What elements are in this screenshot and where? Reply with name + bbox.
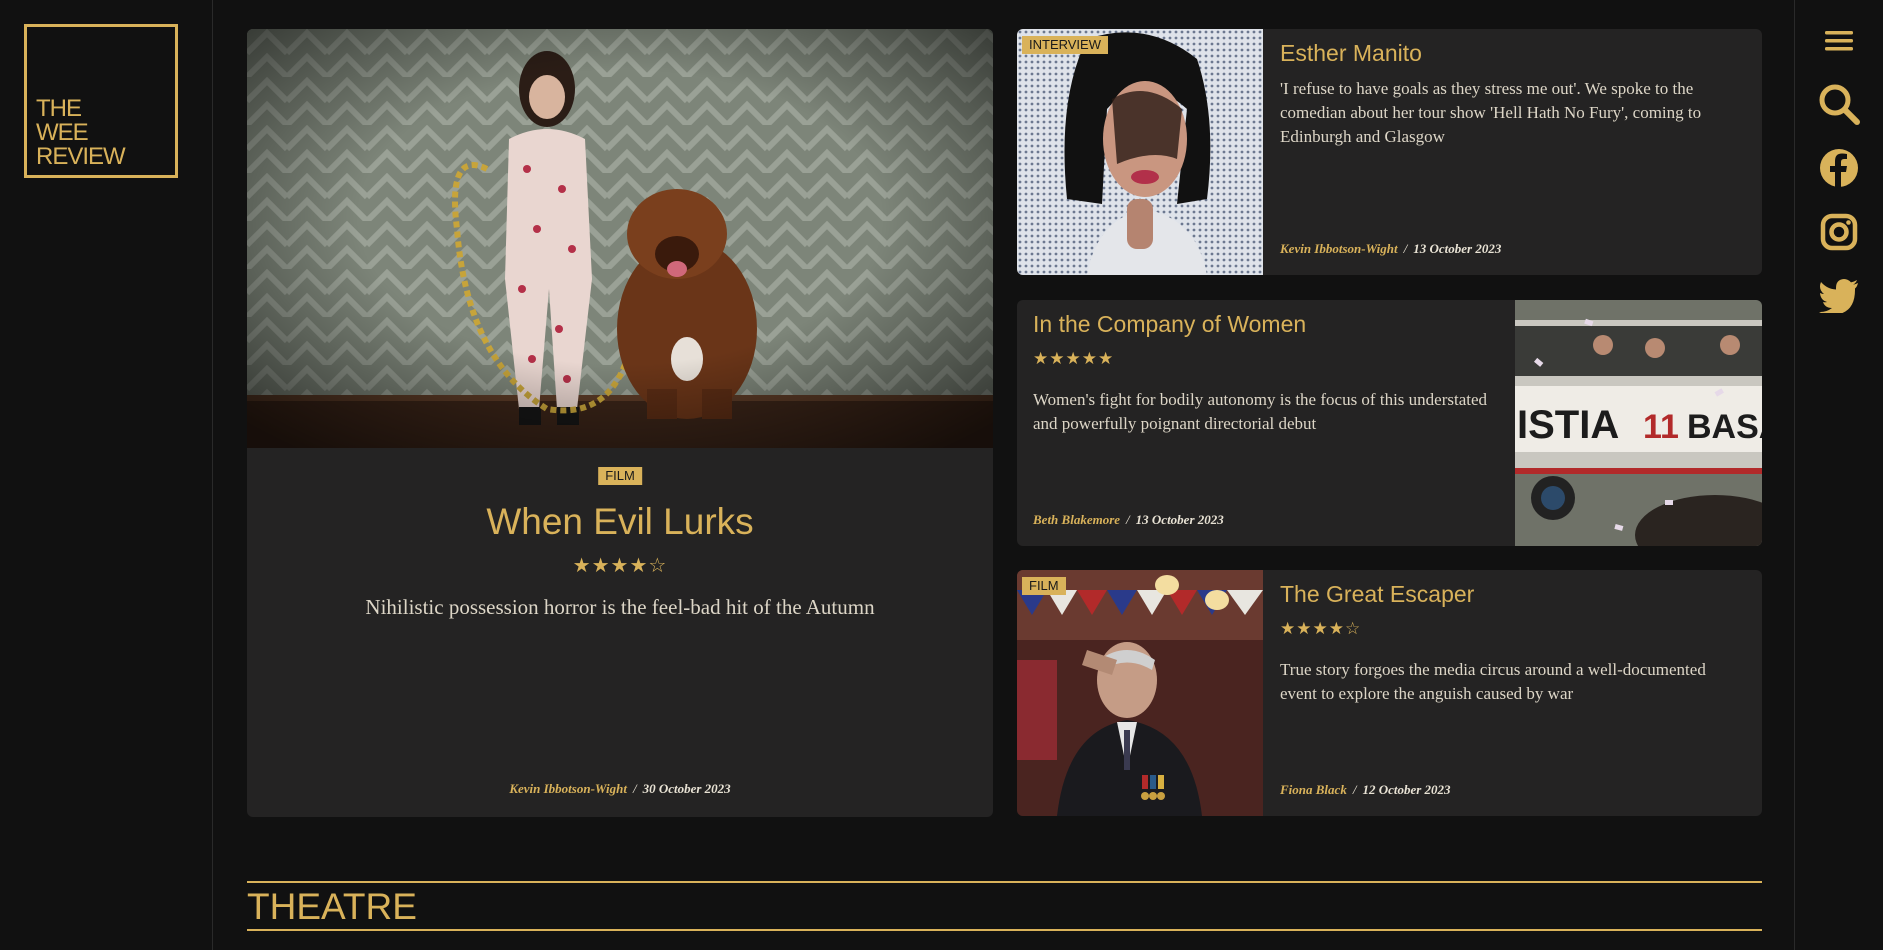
featured-article-image[interactable]	[247, 29, 993, 448]
article-text: In the Company of Women ★★★★★ Women's fi…	[1033, 300, 1503, 546]
author-link[interactable]: Fiona Black	[1280, 782, 1347, 797]
instagram-icon[interactable]	[1817, 210, 1861, 254]
star-rating: ★★★★☆	[572, 553, 668, 577]
site-logo[interactable]: THE WEE REVIEW	[24, 24, 178, 178]
featured-article-title[interactable]: When Evil Lurks	[247, 501, 993, 543]
article-card[interactable]: FILM The Great Escaper ★★★★☆ True story …	[1017, 570, 1762, 816]
logo-line-3: REVIEW	[36, 143, 126, 170]
category-tag[interactable]: INTERVIEW	[1022, 36, 1108, 54]
article-byline: Kevin Ibbotson-Wight / 30 October 2023	[247, 781, 993, 797]
left-sidebar: THE WEE REVIEW	[0, 0, 213, 950]
star-rating: ★★★★★	[1033, 349, 1115, 369]
svg-text:11: 11	[1643, 408, 1679, 446]
article-byline: Beth Blakemore / 13 October 2023	[1033, 512, 1224, 528]
publish-date: 13 October 2023	[1413, 241, 1502, 256]
category-tag[interactable]: FILM	[598, 467, 642, 485]
author-link[interactable]: Kevin Ibbotson-Wight	[509, 781, 627, 796]
author-link[interactable]: Beth Blakemore	[1033, 512, 1120, 527]
featured-article-description: Nihilistic possession horror is the feel…	[365, 595, 875, 619]
article-description: Women's fight for bodily autonomy is the…	[1033, 390, 1488, 433]
article-title[interactable]: Esther Manito	[1280, 40, 1422, 67]
byline-separator: /	[1352, 782, 1357, 797]
twitter-icon[interactable]	[1817, 274, 1861, 318]
article-title[interactable]: The Great Escaper	[1280, 581, 1474, 608]
section-heading: THEATRE	[247, 881, 1762, 931]
facebook-icon[interactable]	[1817, 146, 1861, 190]
article-description: 'I refuse to have goals as they stress m…	[1280, 79, 1702, 146]
logo-line-2: WEE	[36, 119, 89, 146]
publish-date: 13 October 2023	[1135, 512, 1224, 527]
star-rating: ★★★★☆	[1280, 619, 1362, 639]
hamburger-menu-icon[interactable]	[1817, 19, 1861, 63]
byline-separator: /	[1126, 512, 1130, 527]
article-title[interactable]: In the Company of Women	[1033, 311, 1306, 338]
article-image[interactable]: ISTIA 11 BASAUR	[1515, 300, 1762, 546]
author-link[interactable]: Kevin Ibbotson-Wight	[1280, 241, 1398, 256]
article-image[interactable]	[1017, 29, 1263, 275]
publish-date: 30 October 2023	[642, 781, 731, 796]
article-text: Esther Manito 'I refuse to have goals as…	[1280, 29, 1750, 275]
article-card[interactable]: In the Company of Women ★★★★★ Women's fi…	[1017, 300, 1762, 546]
right-sidebar	[1794, 0, 1883, 950]
article-text: The Great Escaper ★★★★☆ True story forgo…	[1280, 570, 1750, 816]
publish-date: 12 October 2023	[1362, 782, 1451, 797]
svg-text:BASAUR: BASAUR	[1687, 408, 1762, 446]
article-card[interactable]: INTERVIEW Esther Manito 'I refuse to hav…	[1017, 29, 1762, 275]
search-icon[interactable]	[1817, 82, 1861, 126]
svg-text:ISTIA: ISTIA	[1517, 403, 1619, 447]
article-byline: Kevin Ibbotson-Wight / 13 October 2023	[1280, 241, 1501, 257]
byline-separator: /	[632, 781, 637, 796]
article-byline: Fiona Black / 12 October 2023	[1280, 782, 1451, 798]
article-description: True story forgoes the media circus arou…	[1280, 660, 1706, 703]
category-tag[interactable]: FILM	[1022, 577, 1066, 595]
byline-separator: /	[1403, 241, 1408, 256]
article-image[interactable]	[1017, 570, 1263, 816]
logo-line-1: THE	[36, 95, 82, 122]
featured-article-card[interactable]: FILM When Evil Lurks ★★★★☆ Nihilistic po…	[247, 29, 993, 817]
section-heading-label[interactable]: THEATRE	[247, 886, 417, 928]
